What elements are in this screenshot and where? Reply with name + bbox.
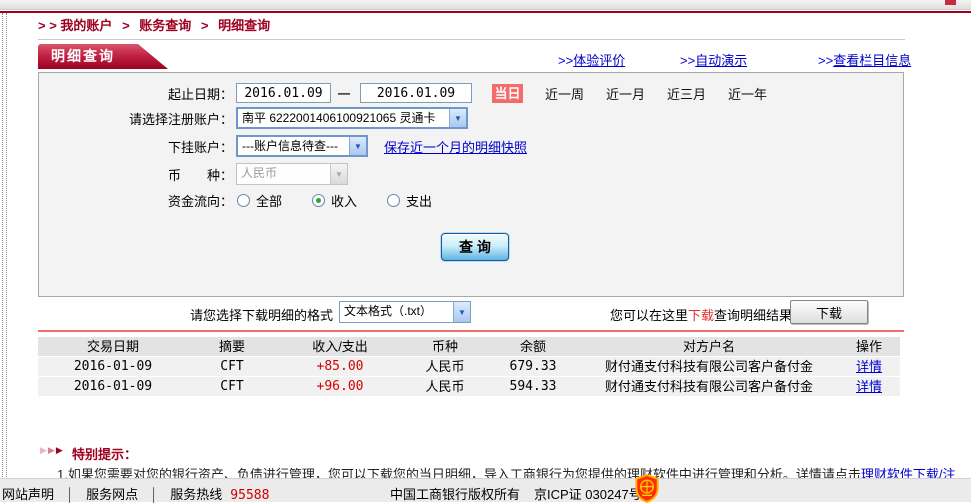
cell-currency: 人民币 [404,377,486,396]
window-top-strip [0,0,971,10]
link-prefix: >> [818,53,833,68]
table-row: 2016-01-09 CFT +85.00 人民币 679.33 财付通支付科技… [38,357,900,376]
cell-balance: 679.33 [486,357,580,376]
chevron-down-icon[interactable]: ▼ [453,302,470,322]
flow-option-expense[interactable]: 支出 [387,191,432,210]
date-range-label: 起止日期： [39,84,233,103]
col-header-summary: 摘要 [188,337,276,356]
fund-flow-label: 资金流向： [39,191,233,210]
footer-bar: 网站声明 │ 服务网点 │ 服务热线 95588 中国工商银行版权所有京ICP证 0302… [0,478,971,502]
footer-left-links: 网站声明 │ 服务网点 │ 服务热线 95588 [2,484,269,503]
query-form-panel: 起止日期： — 当日 近一周 近一月 近三月 近一年 请选择注册账户： 南平 6… [38,72,904,297]
header-rule [38,39,905,40]
sub-account-label: 下挂账户： [39,137,233,156]
quick-range-quarter[interactable]: 近三月 [667,84,706,103]
link-experience-rating[interactable]: >>体验评价 [558,50,625,69]
icbc-detail-query-page: { "colors":{"icbc_red":"#9e0021","link_b… [0,0,971,502]
cell-summary: CFT [188,377,276,396]
detail-link[interactable]: 详情 [856,359,882,374]
top-red-divider [0,11,971,13]
radio-expense[interactable] [387,194,400,207]
breadcrumb-detail-query[interactable]: 明细查询 [218,18,270,33]
breadcrumb-arrows: > > [38,18,57,33]
left-dotted-border [0,13,9,477]
panel-title-tab: 明细查询 [38,44,168,69]
breadcrumb: > > 我的账户 > 账务查询 > 明细查询 [38,15,270,34]
chevron-down-icon[interactable]: ▼ [449,109,466,127]
date-dash: — [338,86,350,100]
currency-row: 币 种： 人民币 ▼ [39,163,903,185]
cell-amount: +85.00 [276,357,404,376]
footer-divider: │ [150,487,158,502]
end-date-input[interactable] [360,83,472,103]
cell-balance: 594.33 [486,377,580,396]
download-format-label: 请您选择下载明细的格式 [190,305,333,324]
link-prefix: >> [558,53,573,68]
special-notice-title: 特别提示： [72,444,137,463]
cell-date: 2016-01-09 [38,377,188,396]
currency-select: 人民币 ▼ [236,163,348,185]
chevron-down-icon: ▼ [330,164,347,184]
cell-counterparty: 财付通支付科技有限公司客户备付金 [580,377,838,396]
col-header-balance: 余额 [486,337,580,356]
cell-summary: CFT [188,357,276,376]
col-header-amount: 收入/支出 [276,337,404,356]
radio-all[interactable] [237,194,250,207]
link-view-column-info[interactable]: >>查看栏目信息 [818,50,911,69]
cell-date: 2016-01-09 [38,357,188,376]
download-hint-emphasis: 下载 [688,308,714,323]
download-hint: 您可以在这里下载查询明细结果 [610,305,792,324]
table-row: 2016-01-09 CFT +96.00 人民币 594.33 财付通支付科技… [38,377,900,396]
red-separator-line [38,330,904,332]
detail-link[interactable]: 详情 [856,379,882,394]
footer-divider: │ [66,487,74,502]
link-prefix: >> [680,53,695,68]
save-monthly-snapshot-link[interactable]: 保存近一个月的明细快照 [384,137,527,156]
sub-account-row: 下挂账户： ---账户信息待查--- ▼ 保存近一个月的明细快照 [39,135,903,157]
col-header-action: 操作 [838,337,900,356]
table-header-row: 交易日期 摘要 收入/支出 币种 余额 对方户名 操作 [38,337,900,356]
query-button[interactable]: 查 询 [441,233,509,261]
start-date-input[interactable] [236,83,331,103]
transactions-table: 交易日期 摘要 收入/支出 币种 余额 对方户名 操作 2016-01-09 C… [38,337,900,397]
flow-option-income[interactable]: 收入 [312,191,357,210]
registered-account-select[interactable]: 南平 6222001406100921065 灵通卡 ▼ [236,107,468,129]
sub-account-select[interactable]: ---账户信息待查--- ▼ [236,135,368,157]
quick-range-week[interactable]: 近一周 [545,84,584,103]
footer-icp: 京ICP证 030247号 [534,487,642,502]
footer-copyright: 中国工商银行版权所有京ICP证 030247号 [390,484,642,503]
link-auto-demo[interactable]: >>自动演示 [680,50,747,69]
quick-range-year[interactable]: 近一年 [728,84,767,103]
cell-counterparty: 财付通支付科技有限公司客户备付金 [580,357,838,376]
fund-flow-row: 资金流向： 全部 收入 支出 [39,191,903,210]
radio-income[interactable] [312,194,325,207]
breadcrumb-separator: > [122,18,130,33]
flow-option-all[interactable]: 全部 [237,191,282,210]
breadcrumb-my-account[interactable]: 我的账户 [60,18,112,33]
today-button[interactable]: 当日 [492,84,523,103]
cell-currency: 人民币 [404,357,486,376]
quick-range-month[interactable]: 近一月 [606,84,645,103]
chevron-down-icon[interactable]: ▼ [349,137,366,155]
top-right-red-mark [945,0,956,5]
footer-hotline-label: 服务热线 [170,487,222,502]
download-button[interactable]: 下载 [790,300,868,324]
registered-account-label: 请选择注册账户： [39,109,233,128]
col-header-date: 交易日期 [38,337,188,356]
col-header-currency: 币种 [404,337,486,356]
certification-badge-icon [634,474,660,503]
footer-hotline-number: 95588 [230,488,269,503]
col-header-counterparty: 对方户名 [580,337,838,356]
footer-site-statement-link[interactable]: 网站声明 [2,487,54,502]
panel-title: 明细查询 [51,48,115,64]
date-range-row: 起止日期： — 当日 近一周 近一月 近三月 近一年 [39,83,903,103]
currency-label: 币 种： [39,165,233,184]
breadcrumb-separator: > [201,18,209,33]
breadcrumb-account-query[interactable]: 账务查询 [139,18,191,33]
cell-amount: +96.00 [276,377,404,396]
notice-arrows-icon: ▶▶▶ [40,445,64,456]
registered-account-row: 请选择注册账户： 南平 6222001406100921065 灵通卡 ▼ [39,107,903,129]
footer-service-outlets-link[interactable]: 服务网点 [86,487,138,502]
download-format-select[interactable]: 文本格式（.txt） ▼ [339,301,471,323]
